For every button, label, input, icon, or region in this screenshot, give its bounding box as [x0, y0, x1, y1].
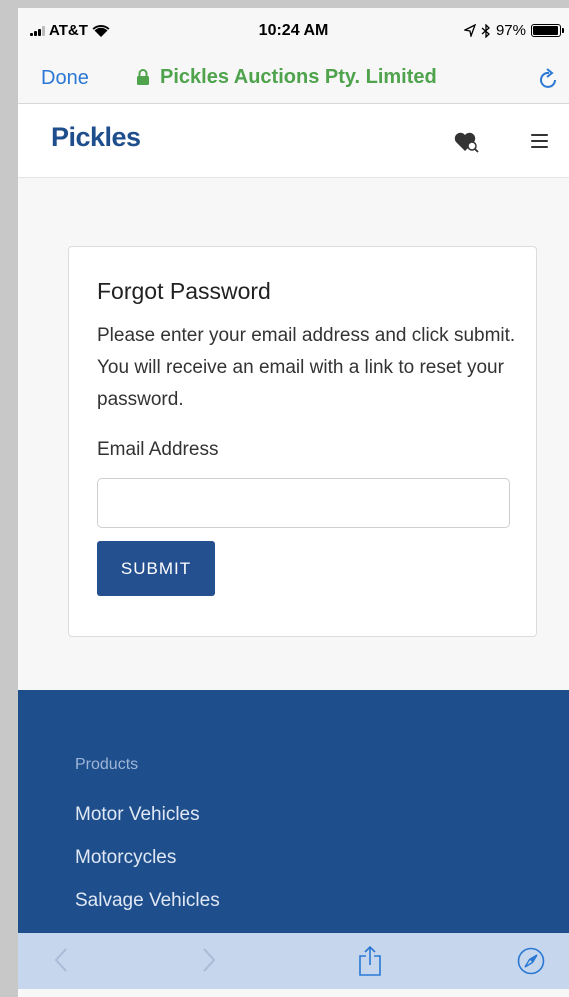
- pickles-logo[interactable]: Pickles: [51, 122, 141, 153]
- browser-toolbar: [18, 933, 569, 989]
- footer-heading: Products: [75, 756, 139, 773]
- forward-icon[interactable]: [202, 947, 216, 973]
- status-bar: AT&T 10:24 AM 97%: [18, 8, 569, 56]
- email-field[interactable]: [97, 478, 510, 528]
- footer-link-motorcycles[interactable]: Motorcycles: [75, 847, 176, 869]
- site-header: Pickles: [18, 104, 569, 178]
- site-footer: Products Motor Vehicles Motorcycles Salv…: [18, 690, 569, 935]
- submit-button[interactable]: SUBMIT: [97, 541, 215, 596]
- back-icon[interactable]: [54, 947, 68, 973]
- site-title-text: Pickles Auctions Pty. Limited: [160, 66, 437, 88]
- browser-nav-bar: Done Pickles Auctions Pty. Limited: [18, 56, 569, 104]
- battery-percent: 97%: [495, 22, 526, 39]
- footer-link-motor-vehicles[interactable]: Motor Vehicles: [75, 804, 200, 826]
- page-title: Forgot Password: [97, 278, 271, 304]
- forgot-password-card: Forgot Password Please enter your email …: [68, 246, 537, 637]
- battery-icon: [531, 24, 564, 37]
- done-button[interactable]: Done: [41, 67, 89, 90]
- location-arrow-icon: [463, 24, 476, 37]
- status-right: 97%: [463, 22, 564, 39]
- compass-icon[interactable]: [517, 947, 545, 975]
- lock-icon: [137, 69, 149, 85]
- share-icon[interactable]: [358, 945, 382, 977]
- hamburger-menu-icon[interactable]: [531, 134, 548, 152]
- instructions-text: Please enter your email address and clic…: [97, 325, 516, 410]
- footer-link-salvage-vehicles[interactable]: Salvage Vehicles: [75, 890, 220, 912]
- site-title: Pickles Auctions Pty. Limited: [136, 66, 437, 89]
- watchlist-heart-icon[interactable]: [454, 131, 480, 153]
- reload-icon[interactable]: [539, 68, 559, 90]
- email-label: Email Address: [97, 439, 219, 460]
- phone-screen: AT&T 10:24 AM 97% Done Pickles Auctions …: [18, 8, 569, 997]
- bluetooth-icon: [481, 23, 490, 38]
